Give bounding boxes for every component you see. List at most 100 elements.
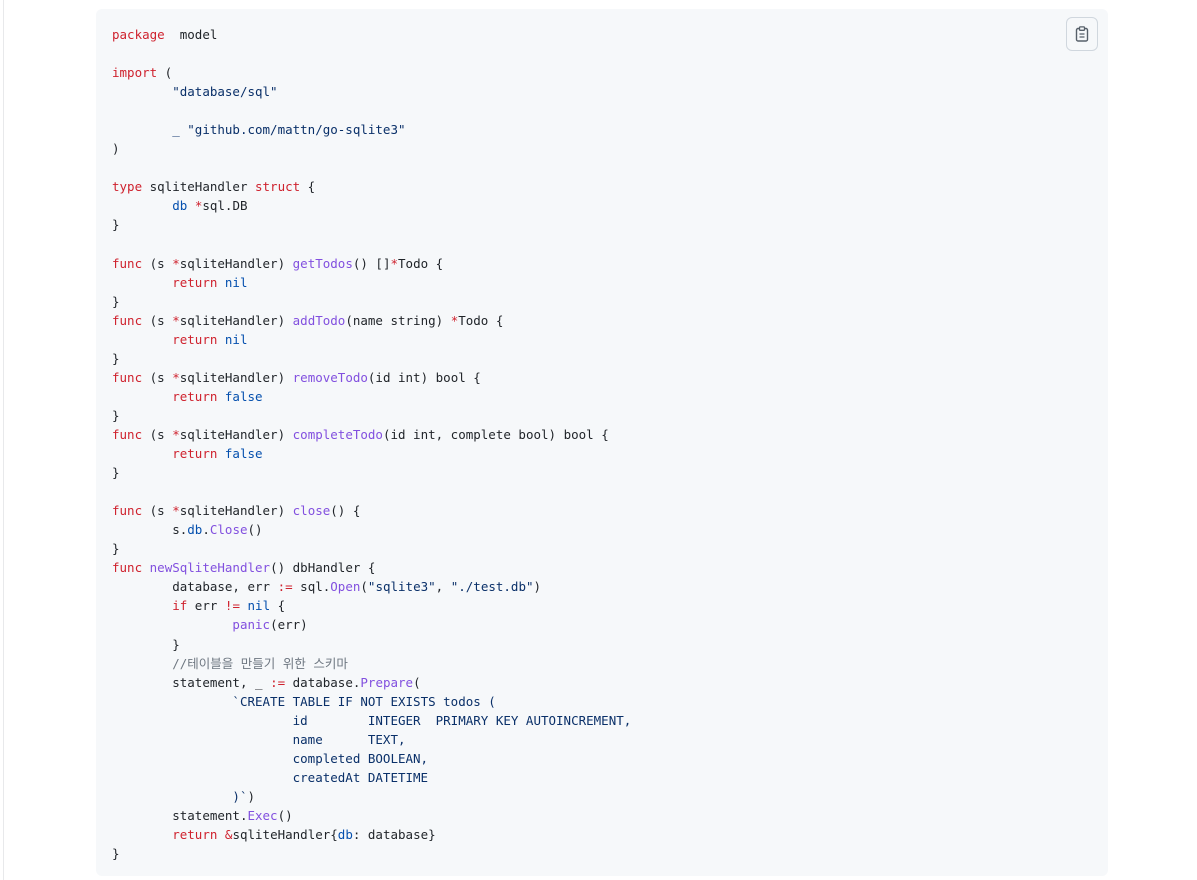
- code-line: return nil: [112, 330, 631, 349]
- code-text: sqliteHandler): [179, 426, 293, 442]
- code-keyword: return: [112, 388, 218, 404]
- code-keyword: func: [112, 426, 143, 442]
- code-string: )`: [112, 788, 248, 804]
- code-content[interactable]: package model​import ( "database/sql"​ _…: [112, 25, 631, 863]
- code-line: `CREATE TABLE IF NOT EXISTS todos (: [112, 692, 631, 711]
- code-text: (id int, complete bool) bool {: [382, 426, 609, 442]
- code-keyword: !=: [224, 598, 240, 614]
- code-function-name: getTodos: [292, 255, 353, 271]
- copy-code-button[interactable]: [1066, 17, 1098, 51]
- code-line: }: [112, 635, 631, 654]
- code-text: (: [360, 579, 368, 595]
- code-line: type sqliteHandler struct {: [112, 177, 631, 196]
- code-builtin: db: [187, 522, 203, 538]
- code-function-name: completeTodo: [292, 426, 383, 442]
- code-line: ​: [112, 482, 631, 501]
- code-keyword: *: [172, 255, 180, 271]
- code-line: func (s *sqliteHandler) addTodo(name str…: [112, 311, 631, 330]
- code-string: name TEXT,: [112, 731, 406, 747]
- code-line: //테이블을 만들기 위한 스키마: [112, 654, 631, 673]
- code-builtin: nil: [224, 274, 248, 290]
- code-line: database, err := sql.Open("sqlite3", "./…: [112, 577, 631, 596]
- code-text: sqliteHandler): [179, 255, 293, 271]
- code-line: return &sqliteHandler{db: database}: [112, 825, 631, 844]
- code-line: return false: [112, 387, 631, 406]
- code-comment: //테이블을 만들기 위한 스키마: [112, 655, 348, 671]
- code-function-name: Close: [209, 522, 248, 538]
- code-keyword: return: [112, 826, 218, 842]
- code-text: sqliteHandler): [179, 369, 293, 385]
- code-text: (: [413, 674, 421, 690]
- code-line: }: [112, 539, 631, 558]
- code-line: }: [112, 406, 631, 425]
- code-text: }: [112, 465, 120, 481]
- code-text: }: [112, 350, 120, 366]
- code-line: func (s *sqliteHandler) getTodos() []*To…: [112, 254, 631, 273]
- code-line: panic(err): [112, 615, 631, 634]
- code-text: Todo {: [398, 255, 444, 271]
- code-text: (s: [142, 426, 173, 442]
- code-text: err: [187, 598, 225, 614]
- code-keyword: *: [172, 503, 180, 519]
- code-text: Todo {: [458, 312, 504, 328]
- code-keyword: func: [112, 369, 143, 385]
- code-keyword: func: [112, 255, 143, 271]
- code-text: (s: [142, 255, 173, 271]
- code-text: sqliteHandler): [179, 312, 293, 328]
- code-line: func (s *sqliteHandler) removeTodo(id in…: [112, 368, 631, 387]
- code-text: }: [112, 407, 120, 423]
- code-text: model: [164, 27, 218, 42]
- code-text: (s: [142, 312, 173, 328]
- code-text: (err): [270, 617, 308, 633]
- code-line: }: [112, 349, 631, 368]
- code-string: `CREATE TABLE IF NOT EXISTS todos (: [112, 693, 496, 709]
- code-text: sql.DB: [202, 198, 248, 214]
- code-line: return nil: [112, 273, 631, 292]
- code-text: statement, _: [112, 674, 271, 690]
- code-block: package model​import ( "database/sql"​ _…: [96, 9, 1108, 876]
- code-text: }: [112, 217, 120, 233]
- code-line: func (s *sqliteHandler) completeTodo(id …: [112, 425, 631, 444]
- code-text: sqliteHandler): [179, 503, 293, 519]
- code-text: }: [112, 636, 180, 652]
- code-line: return false: [112, 444, 631, 463]
- code-string: "sqlite3": [367, 579, 436, 595]
- code-function-name: close: [292, 503, 331, 519]
- code-text: () dbHandler {: [270, 560, 376, 576]
- code-line: createdAt DATETIME: [112, 768, 631, 787]
- page-left-border: [3, 0, 4, 880]
- code-line: ): [112, 139, 631, 158]
- code-function-name: panic: [112, 617, 271, 633]
- code-line: }: [112, 844, 631, 863]
- code-line: ​: [112, 235, 631, 254]
- code-line: if err != nil {: [112, 596, 631, 615]
- code-line: )`): [112, 787, 631, 806]
- code-text: }: [112, 541, 120, 557]
- code-text: () {: [330, 503, 361, 519]
- code-line: }: [112, 215, 631, 234]
- code-keyword: func: [112, 560, 143, 576]
- code-text: (): [247, 522, 263, 538]
- code-function-name: removeTodo: [292, 369, 368, 385]
- code-function-name: addTodo: [292, 312, 346, 328]
- code-keyword: return: [112, 274, 218, 290]
- code-keyword: func: [112, 503, 143, 519]
- code-text: sqliteHandler{: [232, 826, 338, 842]
- code-keyword: return: [112, 446, 218, 462]
- code-line: db *sql.DB: [112, 196, 631, 215]
- code-string: completed BOOLEAN,: [112, 750, 429, 766]
- code-text: database, err: [112, 579, 278, 595]
- code-line: func newSqliteHandler() dbHandler {: [112, 558, 631, 577]
- code-text: (s: [142, 369, 173, 385]
- code-function-name: Exec: [247, 807, 278, 823]
- code-text: }: [112, 846, 120, 862]
- code-text: (id int) bool {: [367, 369, 481, 385]
- code-line: s.db.Close(): [112, 520, 631, 539]
- code-keyword: import: [112, 65, 158, 81]
- code-line: ​: [112, 44, 631, 63]
- code-text: }: [112, 293, 120, 309]
